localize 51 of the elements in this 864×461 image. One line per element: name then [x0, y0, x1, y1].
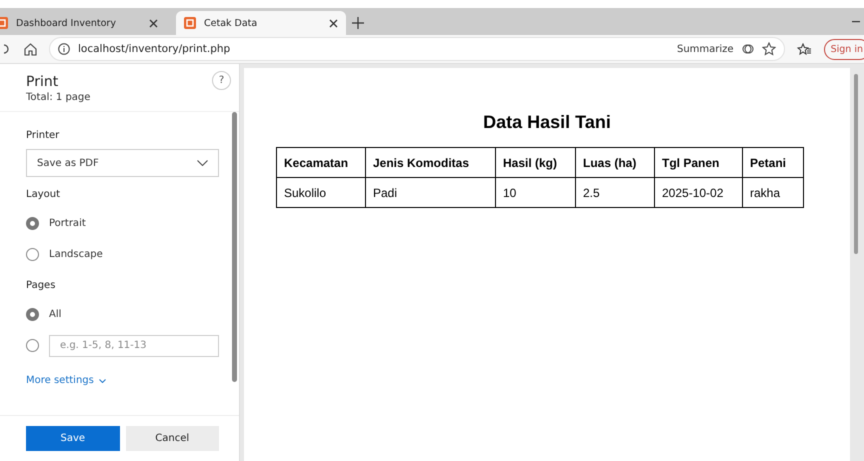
- table-cell: 2.5: [576, 178, 654, 208]
- summarize-button[interactable]: Summarize: [677, 44, 734, 54]
- section-label: Printer: [26, 130, 60, 141]
- cancel-button[interactable]: Cancel: [126, 426, 219, 451]
- browser-tab[interactable]: Cetak Data: [176, 11, 346, 35]
- radio-button[interactable]: [26, 339, 39, 352]
- address-field[interactable]: localhost/inventory/print.php Summarize: [49, 37, 785, 61]
- new-tab-icon[interactable]: [352, 17, 364, 29]
- column-header: Luas (ha): [576, 148, 654, 178]
- tab-title: Cetak Data: [204, 18, 258, 28]
- option-label: Landscape: [49, 249, 103, 260]
- document-title: Data Hasil Tani: [483, 112, 611, 133]
- scrollbar[interactable]: [232, 112, 237, 382]
- chevron-icon: [197, 160, 208, 166]
- close-icon[interactable]: [149, 18, 158, 28]
- printer-dropdown[interactable]: Save as PDF: [26, 149, 219, 177]
- radio-button[interactable]: [26, 217, 39, 230]
- minimize-icon[interactable]: [852, 21, 860, 23]
- section-label: Pages: [26, 280, 56, 291]
- column-header: Tgl Panen: [654, 148, 742, 178]
- table-cell: Sukolilo: [276, 178, 366, 208]
- column-header: Petani: [742, 148, 804, 178]
- table-cell: 2025-10-02: [654, 178, 742, 208]
- save-button[interactable]: Save: [26, 426, 120, 451]
- tab-title: Dashboard Inventory: [16, 18, 117, 28]
- app-icon: [184, 17, 196, 29]
- more-settings-link[interactable]: More settings: [26, 375, 106, 386]
- chevron-icon: [98, 378, 106, 382]
- table-cell: Padi: [366, 178, 496, 208]
- table-cell: 10: [496, 178, 576, 208]
- radio-button[interactable]: [26, 248, 39, 261]
- browser-tab[interactable]: Dashboard Inventory: [0, 11, 166, 35]
- column-header: Jenis Komoditas: [366, 148, 496, 178]
- sign-in-button[interactable]: Sign in: [824, 38, 864, 60]
- help-button[interactable]: ?: [212, 71, 231, 90]
- table-cell: rakha: [742, 178, 804, 208]
- option-label: Portrait: [49, 218, 86, 229]
- star-icon[interactable]: [762, 42, 776, 56]
- close-icon[interactable]: [329, 18, 338, 28]
- favorites-icon[interactable]: [796, 42, 812, 56]
- column-header: Kecamatan: [276, 148, 366, 178]
- dialog-title: Print: [26, 74, 60, 90]
- page-count: Total: 1 page: [26, 92, 90, 103]
- section-label: Layout: [26, 189, 61, 200]
- page-range-field[interactable]: e.g. 1-5, 8, 11-13: [49, 334, 219, 356]
- home-icon[interactable]: [24, 42, 37, 56]
- radio-button[interactable]: [26, 308, 39, 321]
- scrollbar[interactable]: [854, 74, 858, 254]
- info-icon: [58, 43, 70, 55]
- option-label: All: [49, 309, 62, 320]
- column-header: Hasil (kg): [496, 148, 576, 178]
